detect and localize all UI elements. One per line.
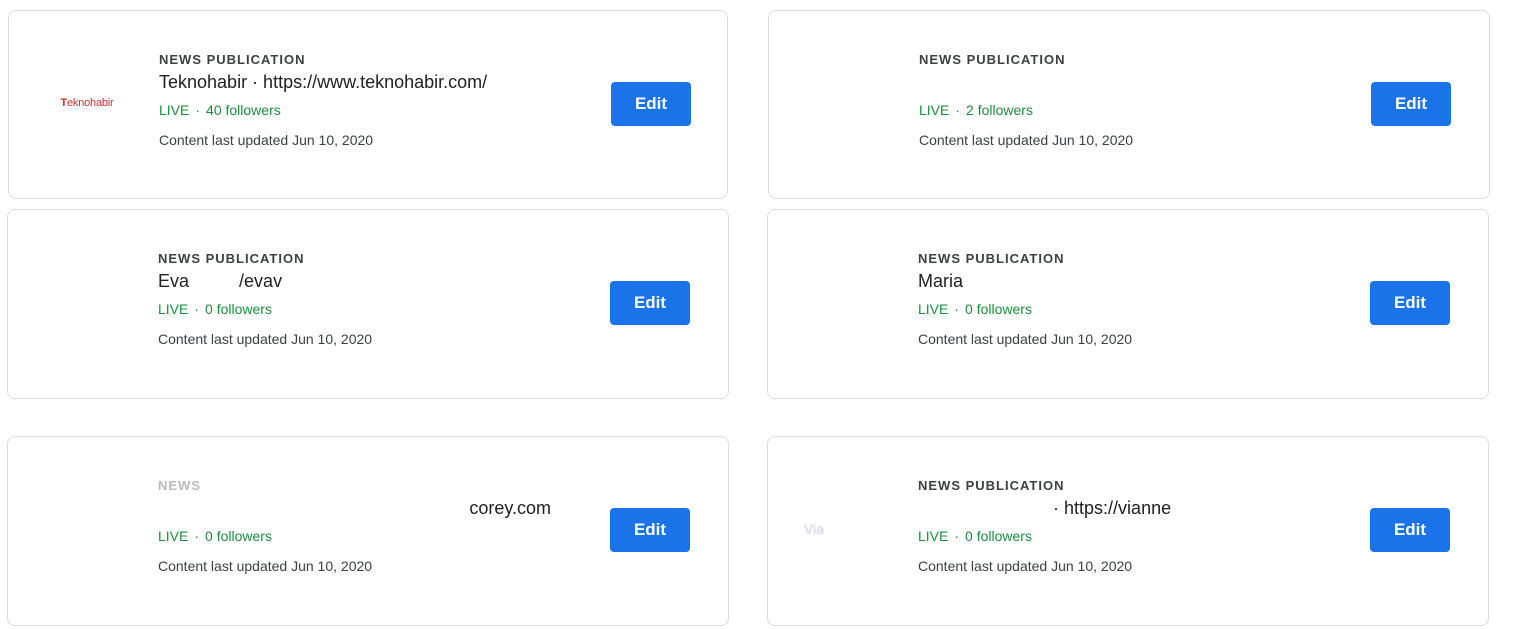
publication-type: NEWS PUBLICATION <box>159 52 306 67</box>
last-updated: Content last updated Jun 10, 2020 <box>159 132 374 148</box>
edit-button[interactable]: Edit <box>610 281 690 325</box>
last-updated: Content last updated Jun 10, 2020 <box>918 558 1133 574</box>
last-updated: Content last updated Jun 10, 2020 <box>158 558 373 574</box>
publication-logo <box>796 262 896 342</box>
followers-count: 40 followers <box>206 102 281 118</box>
publication-title: corey.com <box>469 498 551 518</box>
last-updated: Content last updated Jun 10, 2020 <box>158 331 373 347</box>
publication-card-3: NEWS PUBLICATION Eva /evav LIVE · 0 follow… <box>7 209 729 399</box>
publication-status: LIVE · 0 followers <box>158 526 588 546</box>
publication-card-2: NEWS PUBLICATION LIVE · 2 followers Conten… <box>768 10 1490 199</box>
last-updated: Content last updated Jun 10, 2020 <box>918 331 1133 347</box>
publication-status: LIVE · 0 followers <box>158 299 588 319</box>
live-badge: LIVE <box>918 301 949 317</box>
publication-info: NEWS PUBLICATION Eva /evav LIVE · 0 follow… <box>158 251 588 349</box>
publication-logo <box>797 63 897 143</box>
publication-type: NEWS PUBLICATION <box>918 251 1065 266</box>
edit-button[interactable]: Edit <box>1371 82 1451 126</box>
publication-type: NEWS PUBLICATION <box>919 52 1066 67</box>
publication-info: NEWS PUBLICATION Teknohabir · https://ww… <box>159 52 589 150</box>
followers-count: 2 followers <box>966 102 1033 118</box>
publication-title: Maria <box>918 271 964 291</box>
teknohabir-logo: Teknohabir <box>60 97 114 109</box>
followers-count: 0 followers <box>965 301 1032 317</box>
publication-status: LIVE · 0 followers <box>918 526 1348 546</box>
title-visible-tail: /evav <box>239 271 283 291</box>
edit-button[interactable]: Edit <box>1370 281 1450 325</box>
publication-type: NEWS PUBLICATION <box>158 251 305 266</box>
title-redacted <box>918 498 1053 518</box>
live-badge: LIVE <box>919 102 950 118</box>
publication-logo: Teknohabir <box>37 63 137 143</box>
title-redacted <box>189 271 239 291</box>
title-visible-part: · https://vianne <box>1053 498 1172 518</box>
followers-count: 0 followers <box>205 301 272 317</box>
publication-status: LIVE · 40 followers <box>159 100 589 120</box>
live-badge: LIVE <box>159 102 190 118</box>
followers-count: 0 followers <box>965 528 1032 544</box>
live-badge: LIVE <box>158 528 189 544</box>
publication-status: LIVE · 2 followers <box>919 100 1349 120</box>
viannemacey-logo: Via <box>804 521 824 537</box>
publication-info: NEWS corey.com LIVE · 0 followers Content … <box>158 478 588 576</box>
status-separator: · <box>955 102 961 118</box>
status-separator: · <box>954 301 960 317</box>
publication-info: NEWS PUBLICATION Maria LIVE · 0 followers … <box>918 251 1348 349</box>
publication-logo <box>36 262 136 342</box>
publication-card-6: Via NEWS PUBLICATION · https://vianne LI… <box>767 436 1489 626</box>
edit-button[interactable]: Edit <box>1370 508 1450 552</box>
status-separator: · <box>954 528 960 544</box>
publication-title: Teknohabir · https://www.teknohabir.com/ <box>159 72 488 92</box>
publication-status: LIVE · 0 followers <box>918 299 1348 319</box>
publication-card-1: Teknohabir NEWS PUBLICATION Teknohabir ·… <box>8 10 728 199</box>
last-updated: Content last updated Jun 10, 2020 <box>919 132 1134 148</box>
publication-title: Eva /evav <box>158 269 588 293</box>
followers-count: 0 followers <box>205 528 272 544</box>
status-separator: · <box>194 301 200 317</box>
status-separator: · <box>195 102 201 118</box>
publication-info: NEWS PUBLICATION LIVE · 2 followers Conten… <box>919 52 1349 150</box>
status-separator: · <box>194 528 200 544</box>
publication-type: NEWS <box>158 478 201 493</box>
publication-title: · https://vianne <box>918 496 1348 520</box>
publication-type: NEWS PUBLICATION <box>918 478 1065 493</box>
publication-info: NEWS PUBLICATION · https://vianne LIVE · 0… <box>918 478 1348 576</box>
live-badge: LIVE <box>918 528 949 544</box>
publication-title <box>919 70 1349 94</box>
publication-logo: Via <box>804 489 904 569</box>
edit-button[interactable]: Edit <box>611 82 691 126</box>
title-visible-part: Eva <box>158 271 190 291</box>
live-badge: LIVE <box>158 301 189 317</box>
publication-logo <box>36 489 136 569</box>
publication-card-4: NEWS PUBLICATION Maria LIVE · 0 followers … <box>767 209 1489 399</box>
publication-card-5: NEWS corey.com LIVE · 0 followers Content … <box>7 436 729 626</box>
edit-button[interactable]: Edit <box>610 508 690 552</box>
